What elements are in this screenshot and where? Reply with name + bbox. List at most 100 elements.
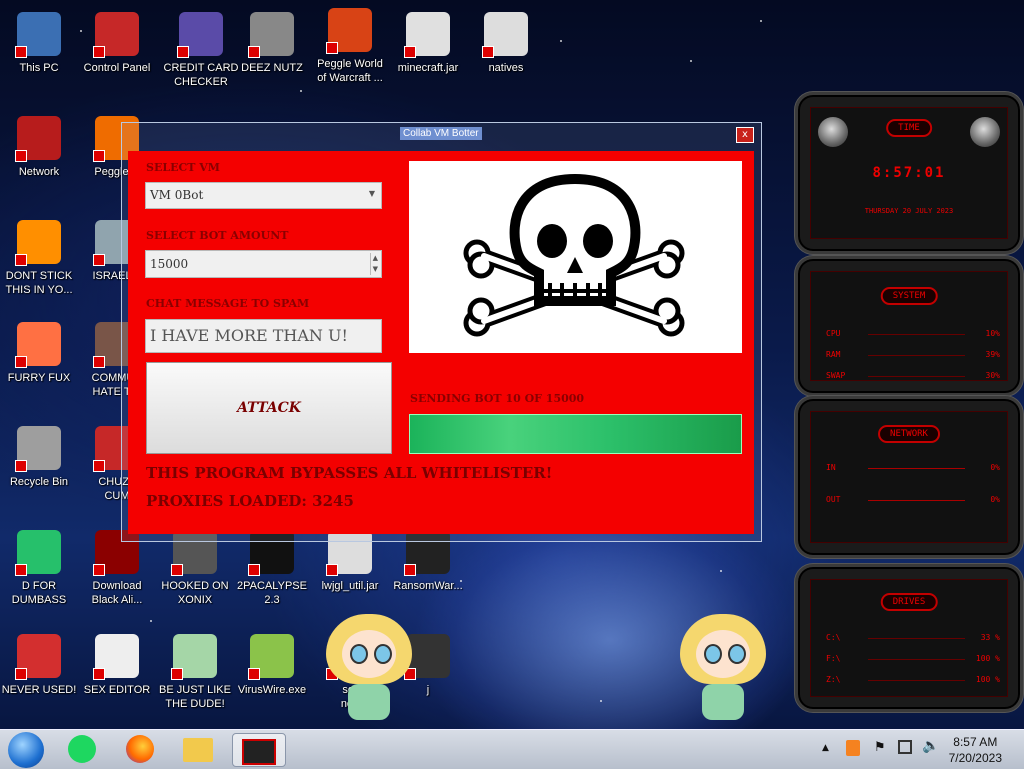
desktop-icon-label: NEVER USED!	[1, 684, 77, 696]
skull-image	[409, 161, 742, 353]
desktop-icon-label: DEEZ NUTZ	[241, 62, 303, 74]
shortcut-arrow-icon	[93, 564, 105, 576]
spotify-icon	[68, 735, 96, 763]
app-icon	[15, 12, 61, 58]
app-icon	[15, 634, 61, 680]
gadget-row-label: C:\	[826, 633, 841, 642]
shortcut-arrow-icon	[15, 46, 27, 58]
gadget-row-value: 100 %	[975, 675, 1000, 684]
select-vm-label: SELECT VM	[146, 161, 220, 174]
app-icon	[177, 12, 223, 58]
desktop-icon[interactable]: VirusWire.exe	[233, 634, 311, 697]
desktop-icon-label: Recycle Bin	[9, 476, 69, 488]
desktop-icon[interactable]: Recycle Bin	[0, 426, 78, 489]
shortcut-arrow-icon	[482, 46, 494, 58]
tray-app-icon[interactable]	[846, 740, 860, 756]
desktop-icon[interactable]: minecraft.jar	[389, 12, 467, 75]
gadget-row-label: Z:\	[826, 675, 841, 684]
desktop-icon[interactable]: CREDIT CARD CHECKER	[162, 12, 240, 89]
gadget-row-line	[868, 638, 965, 639]
bot-app-icon	[242, 739, 276, 765]
drives-gadget: DRIVES C:\ 33 % F:\ 100 % Z:\ 100 %	[795, 564, 1023, 712]
attack-button[interactable]: ATTACK	[146, 362, 392, 454]
desktop-icon-label: CREDIT CARD CHECKER	[163, 62, 239, 88]
desktop-icon-label: natives	[488, 62, 524, 74]
gadget-row-value: 33 %	[980, 633, 1000, 642]
select-vm-dropdown[interactable]: VM 0Bot ▼	[145, 182, 382, 209]
desktop-icon[interactable]: D FOR DUMBASS	[0, 530, 78, 607]
desktop-icon[interactable]: NEVER USED!	[0, 634, 78, 697]
desktop-icon[interactable]: SEX EDITOR	[78, 634, 156, 697]
gadget-row-label: OUT	[826, 495, 841, 504]
gadget-row-label: IN	[826, 463, 836, 472]
desktop-icon-label: Network	[18, 166, 60, 178]
shortcut-arrow-icon	[93, 150, 105, 162]
gadget-row-label: F:\	[826, 654, 841, 663]
chat-message-input[interactable]: I HAVE MORE THAN U!	[145, 319, 382, 353]
cartoon-character-sticker	[676, 600, 770, 726]
shortcut-arrow-icon	[171, 668, 183, 680]
flag-icon[interactable]: ⚑	[874, 740, 886, 755]
desktop-icon-label: This PC	[19, 62, 59, 74]
gadget-clock: 8:57:01	[872, 165, 946, 181]
taskbar: ▲ ⚑ 🔈 8:57 AM 7/20/2023	[0, 729, 1024, 769]
taskbar-app-button[interactable]	[64, 733, 100, 765]
app-icon	[15, 116, 61, 162]
desktop-icon[interactable]: This PC	[0, 12, 78, 75]
taskbar-app-button[interactable]	[232, 733, 286, 767]
desktop-icon[interactable]: natives	[467, 12, 545, 75]
desktop-icon[interactable]: FURRY FUX	[0, 322, 78, 385]
app-icon	[404, 12, 450, 58]
progress-fill	[410, 415, 741, 453]
window-title: Collab VM Botter	[400, 127, 482, 140]
gadget-row-value: 10%	[985, 329, 1000, 338]
volume-icon[interactable]: 🔈	[922, 738, 939, 754]
gadget-date: THURSDAY 20 JULY 2023	[864, 207, 954, 215]
desktop-icon-label: BE JUST LIKE THE DUDE!	[159, 684, 231, 710]
shortcut-arrow-icon	[15, 356, 27, 368]
taskbar-app-button[interactable]	[122, 733, 158, 765]
gadget-row-line	[868, 355, 965, 356]
app-icon	[248, 12, 294, 58]
desktop-icon-label: 2PACALYPSE 2.3	[237, 580, 307, 606]
desktop-icon-label: DONT STICK THIS IN YO...	[5, 270, 73, 296]
network-icon[interactable]	[898, 740, 912, 754]
gadget-row-line	[868, 468, 965, 469]
bot-amount-stepper[interactable]: 15000 ▲ ▼	[145, 250, 382, 278]
start-button[interactable]	[8, 732, 44, 768]
bot-amount-value: 15000	[150, 257, 189, 271]
gadget-row-label: SWAP	[826, 371, 846, 380]
taskbar-date: 7/20/2023	[948, 751, 1002, 765]
desktop-icon[interactable]: BE JUST LIKE THE DUDE!	[156, 634, 234, 711]
desktop-icon-label: lwjgl_util.jar	[321, 580, 379, 592]
desktop-icon[interactable]: Peggle World of Warcraft ...	[311, 8, 389, 85]
time-header: TIME	[886, 119, 932, 137]
spin-arrows-icon[interactable]: ▲ ▼	[369, 253, 378, 275]
taskbar-clock[interactable]: 8:57 AM 7/20/2023	[949, 734, 1002, 766]
desktop-icon[interactable]: DONT STICK THIS IN YO...	[0, 220, 78, 297]
shortcut-arrow-icon	[93, 254, 105, 266]
shortcut-arrow-icon	[404, 46, 416, 58]
cartoon-character-sticker	[322, 600, 416, 726]
taskbar-app-button[interactable]	[180, 733, 216, 765]
chevron-down-icon: ▼	[368, 189, 375, 198]
drives-header: DRIVES	[880, 593, 938, 611]
desktop-icon[interactable]: Control Panel	[78, 12, 156, 75]
system-gadget: SYSTEM CPU 10% RAM 39% SWAP 30%	[795, 256, 1023, 396]
app-icon	[326, 8, 372, 54]
desktop-icon[interactable]: DEEZ NUTZ	[233, 12, 311, 75]
app-icon	[482, 12, 528, 58]
close-button[interactable]: x	[736, 127, 754, 143]
taskbar-time: 8:57 AM	[953, 735, 998, 749]
tray-expand-icon[interactable]: ▲	[822, 743, 829, 753]
shortcut-arrow-icon	[93, 668, 105, 680]
gadget-row-line	[868, 376, 965, 377]
desktop-icon[interactable]: Network	[0, 116, 78, 179]
gadget-row-line	[868, 500, 965, 501]
network-gadget: NETWORK IN 0% OUT 0%	[795, 396, 1023, 558]
shortcut-arrow-icon	[326, 564, 338, 576]
shortcut-arrow-icon	[248, 564, 260, 576]
desktop-icon-label: Download Black Ali...	[91, 580, 143, 606]
network-header: NETWORK	[878, 425, 940, 443]
gadget-row-label: RAM	[826, 350, 841, 359]
